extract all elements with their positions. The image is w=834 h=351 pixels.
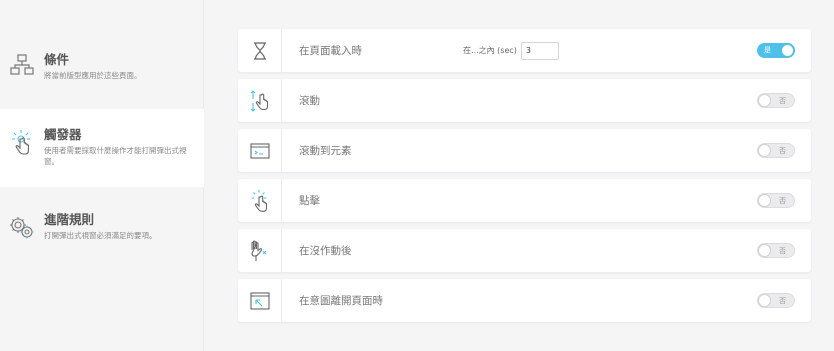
trigger-label: 點擊 (299, 195, 320, 207)
trigger-toggle[interactable]: 否 (757, 293, 795, 308)
exit-intent-icon (238, 279, 282, 322)
toggle-text: 否 (779, 247, 786, 255)
toggle-knob (758, 244, 771, 257)
trigger-row-scroll-to-element: 滾動到元素 否 (238, 129, 811, 172)
toggle-text: 否 (779, 147, 786, 155)
toggle-text: 否 (779, 297, 786, 305)
trigger-row-inactivity: 在沒作動後 否 (238, 229, 811, 272)
hourglass-icon (238, 29, 282, 72)
trigger-label: 滾動到元素 (299, 145, 352, 157)
trigger-toggle[interactable]: 否 (757, 193, 795, 208)
scroll-hand-icon (238, 79, 282, 122)
trigger-label: 在沒作動後 (299, 245, 352, 257)
trigger-label: 滾動 (299, 95, 320, 107)
toggle-text: 否 (779, 97, 786, 105)
toggle-knob (758, 194, 771, 207)
sidebar-item-desc: 將當前版型應用於這些頁面。 (44, 71, 142, 80)
sidebar-item-desc: 打開彈出式視窗必須滿足的要項。 (44, 231, 157, 240)
scroll-to-element-icon (238, 129, 282, 172)
toggle-text: 是 (764, 46, 771, 54)
toggle-knob (758, 144, 771, 157)
gears-icon (0, 212, 44, 240)
delay-label: 在...之內 (sec) (463, 46, 517, 55)
sidebar-item-triggers[interactable]: 觸發器 使用者需要採取什麼操作才能打開彈出式視窗。 (0, 109, 204, 187)
trigger-label: 在頁面載入時 (299, 45, 362, 57)
delay-input[interactable] (520, 41, 559, 60)
trigger-row-exit-intent: 在意圖離開頁面時 否 (238, 279, 811, 322)
click-hand-icon (0, 127, 44, 157)
sidebar-item-title: 觸發器 (44, 127, 82, 142)
toggle-knob (758, 94, 771, 107)
sitemap-icon (0, 52, 44, 76)
trigger-row-page-load: 在頁面載入時 在...之內 (sec) 是 (238, 29, 811, 72)
sidebar-item-conditions[interactable]: 條件 將當前版型應用於這些頁面。 (0, 38, 204, 98)
toggle-knob (781, 44, 794, 57)
toggle-text: 否 (779, 197, 786, 205)
click-icon (238, 179, 282, 222)
inactivity-hand-icon (238, 229, 282, 272)
sidebar-item-title: 條件 (44, 52, 70, 67)
trigger-toggle[interactable]: 是 (757, 43, 795, 58)
trigger-label: 在意圖離開頁面時 (299, 295, 383, 307)
toggle-knob (758, 294, 771, 307)
trigger-toggle[interactable]: 否 (757, 143, 795, 158)
trigger-toggle[interactable]: 否 (757, 93, 795, 108)
sidebar-item-title: 進階規則 (44, 212, 95, 227)
sidebar: 條件 將當前版型應用於這些頁面。 觸發器 使用者需要採取什麼操作才能打開彈出式視… (0, 0, 204, 351)
trigger-toggle[interactable]: 否 (757, 243, 795, 258)
delay-field: 在...之內 (sec) (463, 41, 559, 60)
trigger-row-click: 點擊 否 (238, 179, 811, 222)
sidebar-item-desc: 使用者需要採取什麼操作才能打開彈出式視窗。 (44, 146, 187, 166)
trigger-row-scroll: 滾動 否 (238, 79, 811, 122)
sidebar-item-advanced-rules[interactable]: 進階規則 打開彈出式視窗必須滿足的要項。 (0, 198, 204, 258)
